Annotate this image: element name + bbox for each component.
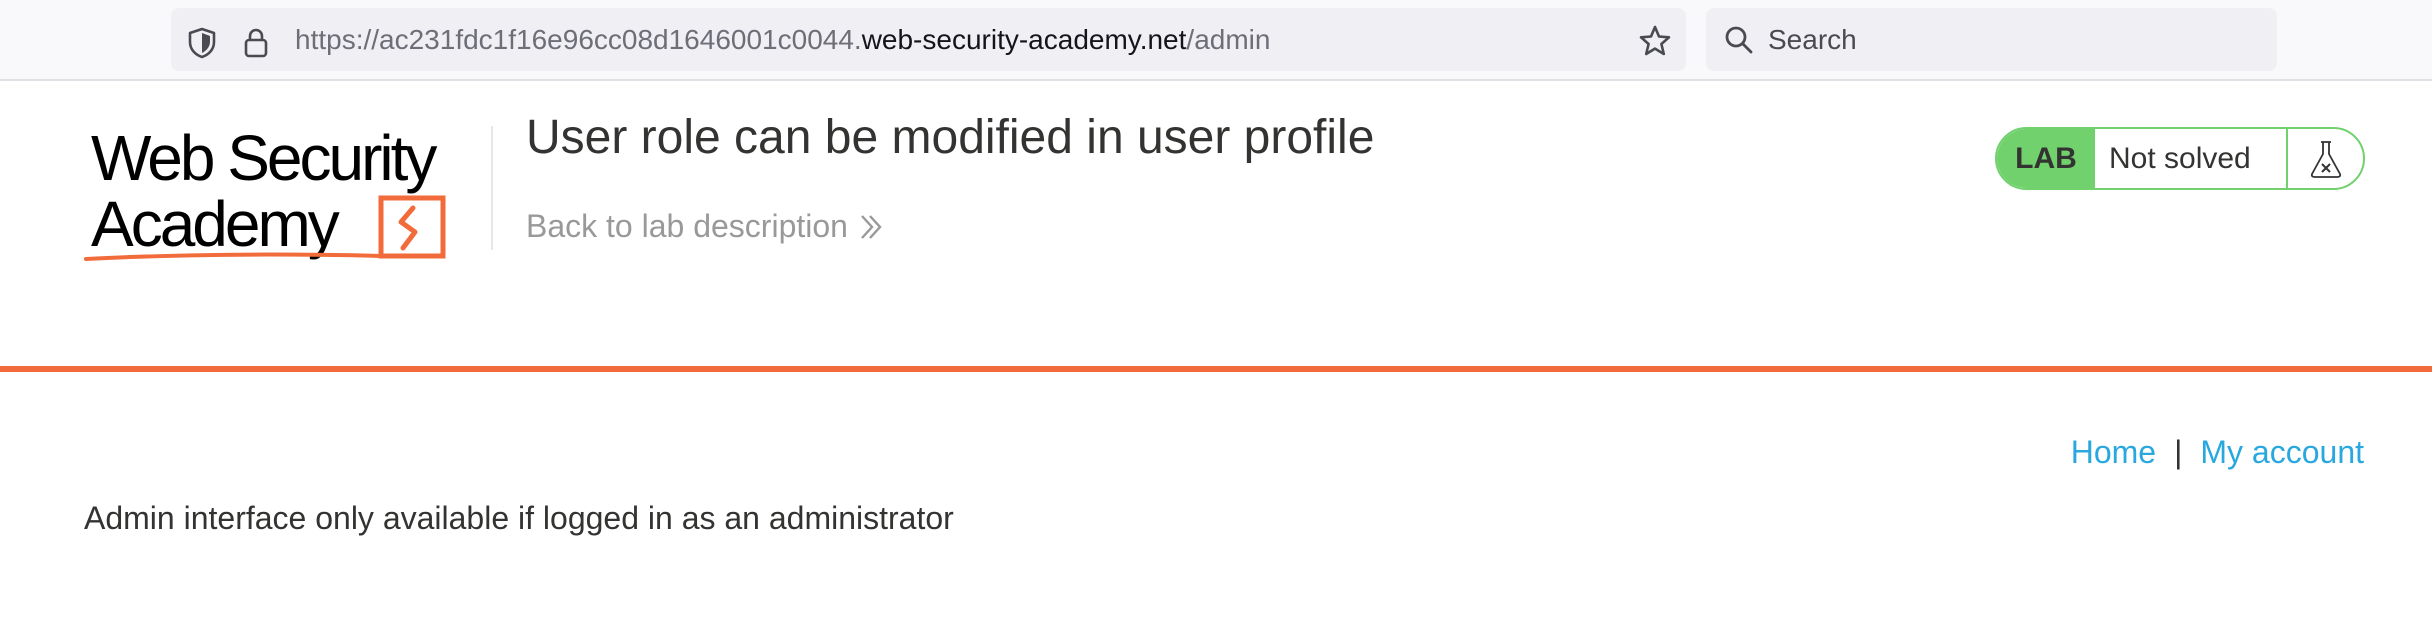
url-text[interactable]: https://ac231fdc1f16e96cc08d1646001c0044… (295, 24, 1270, 56)
url-host: web-security-academy.net (861, 24, 1187, 55)
back-to-lab-description-link[interactable]: Back to lab description (526, 206, 884, 246)
logo-divider (491, 126, 493, 250)
lab-status-widget: LAB Not solved (1995, 127, 2365, 190)
search-icon (1724, 25, 1754, 60)
logo-line2: Academy (91, 188, 340, 260)
admin-access-message: Admin interface only available if logged… (84, 500, 954, 536)
back-link-label: Back to lab description (526, 208, 848, 244)
double-chevron-right-icon (861, 215, 882, 239)
search-bar[interactable]: Search (1706, 8, 2277, 71)
lab-status-text: Not solved (2095, 129, 2288, 188)
address-bar[interactable]: https://ac231fdc1f16e96cc08d1646001c0044… (171, 8, 1686, 71)
home-link[interactable]: Home (2071, 434, 2156, 470)
logo-line1: Web Security (91, 122, 437, 194)
top-nav: Home | My account (2071, 432, 2364, 472)
url-prefix: https://ac231fdc1f16e96cc08d1646001c0044… (295, 24, 862, 55)
lab-badge: LAB (1997, 129, 2095, 188)
search-placeholder: Search (1768, 24, 1857, 55)
nav-separator: | (2174, 434, 2183, 470)
bookmark-star-icon[interactable] (1638, 24, 1672, 63)
url-path: /admin (1186, 24, 1271, 55)
header-divider (0, 366, 2432, 372)
shield-icon[interactable] (187, 27, 217, 64)
web-security-academy-logo[interactable]: Web Security Academy (83, 122, 488, 267)
browser-toolbar: https://ac231fdc1f16e96cc08d1646001c0044… (0, 0, 2432, 81)
lab-title: User role can be modified in user profil… (526, 111, 1375, 164)
lock-icon[interactable] (243, 27, 269, 64)
my-account-link[interactable]: My account (2200, 434, 2364, 470)
flask-icon[interactable] (2288, 129, 2363, 188)
